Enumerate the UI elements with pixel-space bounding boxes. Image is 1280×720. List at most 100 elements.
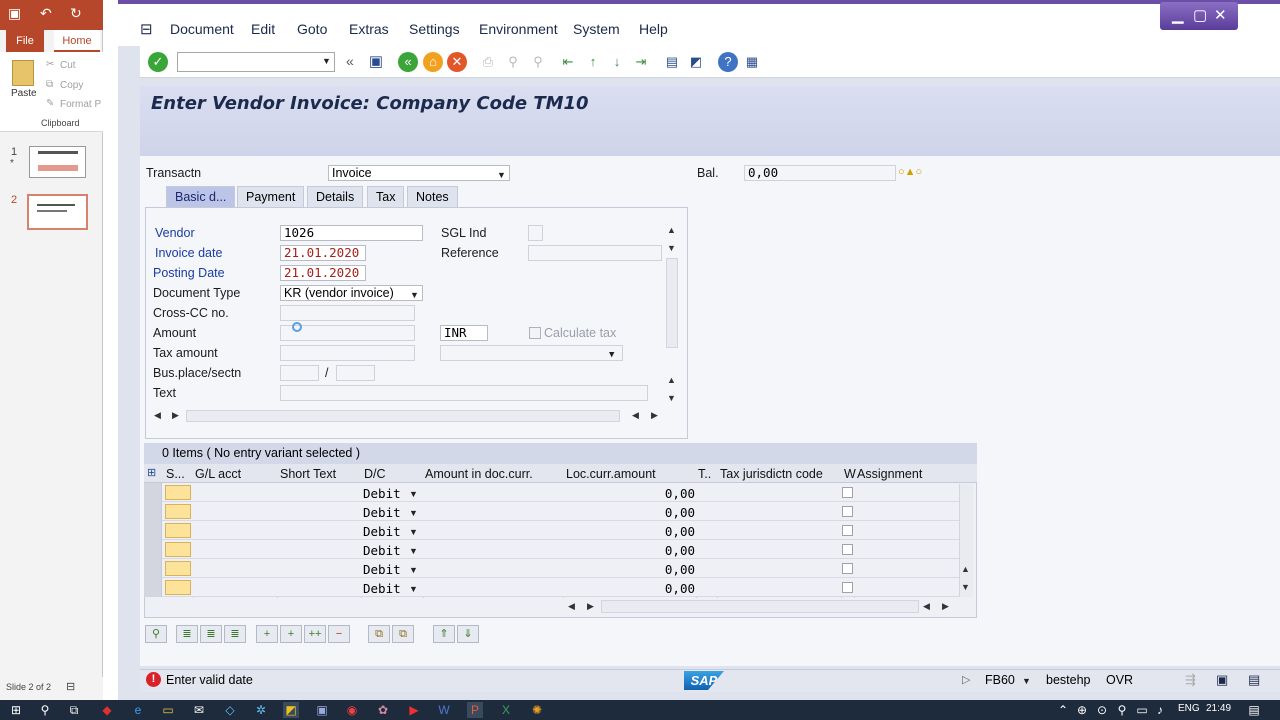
chevron-down-icon[interactable]: ▼ <box>409 489 418 499</box>
scroll-down-icon[interactable]: ▼ <box>667 243 676 253</box>
invoice-date-input[interactable]: 21.01.2020 <box>280 245 366 261</box>
column-header-gl-account[interactable]: G/L acct <box>195 467 241 481</box>
layout-menu-icon[interactable]: ▦ <box>742 52 762 72</box>
row-debit-credit[interactable]: Debit <box>363 505 401 520</box>
chevron-down-icon[interactable]: ▼ <box>410 288 419 302</box>
network-app-icon[interactable]: ✲ <box>253 702 269 718</box>
row-selector[interactable] <box>144 578 162 597</box>
tray-icon[interactable]: ⊕ <box>1074 702 1090 718</box>
back-icon[interactable]: « <box>398 52 418 72</box>
edge-browser-icon[interactable]: e <box>130 702 146 718</box>
tab-payment[interactable]: Payment <box>237 186 305 208</box>
row-withholding-checkbox[interactable] <box>842 582 853 593</box>
paste-row-icon[interactable]: ⧉ <box>392 625 414 643</box>
status-arrow-icon[interactable]: ▷ <box>962 673 970 686</box>
redo-icon[interactable]: ↻ <box>70 5 82 22</box>
print-icon[interactable]: ⎙ <box>478 52 498 72</box>
column-header-status[interactable]: S... <box>166 467 185 481</box>
table-row[interactable] <box>144 502 959 521</box>
tab-tax[interactable]: Tax <box>367 186 405 208</box>
tax-amount-input[interactable] <box>280 345 415 361</box>
column-header-amount-doc[interactable]: Amount in doc.curr. <box>425 467 533 481</box>
scroll-right-icon[interactable]: ▶ <box>587 601 594 612</box>
document-type-dropdown[interactable]: KR (vendor invoice) ▼ <box>280 285 423 301</box>
row-selector[interactable] <box>144 540 162 559</box>
row-debit-credit[interactable]: Debit <box>363 562 401 577</box>
chevron-down-icon[interactable]: ▼ <box>409 527 418 537</box>
chevron-down-icon[interactable]: ▼ <box>409 565 418 575</box>
scroll-down-icon[interactable]: ▼ <box>667 393 676 403</box>
windows-start-icon[interactable]: ⊞ <box>8 702 24 718</box>
tab-basic-data[interactable]: Basic d... <box>166 186 236 208</box>
app-icon[interactable]: ◇ <box>222 702 238 718</box>
next-page-icon[interactable]: ↓ <box>607 52 627 72</box>
format-painter-label[interactable]: Format P <box>60 99 102 110</box>
sap-logon-icon[interactable]: ◩ <box>283 702 299 718</box>
chevron-down-icon[interactable]: ▼ <box>1022 676 1031 686</box>
move-up-icon[interactable]: ⇑ <box>433 625 455 643</box>
maximize-icon[interactable]: ▢ <box>1193 6 1207 24</box>
copy-row-icon[interactable]: ⧉ <box>368 625 390 643</box>
chevron-down-icon[interactable]: ▼ <box>322 56 331 66</box>
cut-icon[interactable]: ✂ <box>46 59 54 70</box>
chevron-down-icon[interactable]: ▼ <box>409 546 418 556</box>
cancel-icon[interactable]: ✕ <box>447 52 467 72</box>
tax-code-dropdown[interactable]: ▼ <box>440 345 623 361</box>
move-down-icon[interactable]: ⇓ <box>457 625 479 643</box>
table-row[interactable] <box>144 540 959 559</box>
chevron-down-icon[interactable]: ▼ <box>409 508 418 518</box>
format-painter-icon[interactable]: ✎ <box>46 98 54 109</box>
column-header-debit-credit[interactable]: D/C <box>364 467 386 481</box>
status-message[interactable]: Enter valid date <box>166 673 253 687</box>
tray-icon[interactable]: ⊙ <box>1094 702 1110 718</box>
currency-input[interactable]: INR <box>440 325 488 341</box>
scroll-up-icon[interactable]: ▲ <box>667 375 676 385</box>
mail-icon[interactable]: ✉ <box>191 702 207 718</box>
scroll-up-icon[interactable]: ▲ <box>667 225 676 235</box>
scroll-left-icon[interactable]: ◀ <box>568 601 575 612</box>
table-row[interactable] <box>144 559 959 578</box>
section-input[interactable] <box>336 365 375 381</box>
add-rows-icon[interactable]: ++ <box>304 625 326 643</box>
new-session-icon[interactable]: ▤ <box>662 52 682 72</box>
find-icon[interactable]: ⚲ <box>503 52 523 72</box>
enter-check-icon[interactable]: ✓ <box>148 52 168 72</box>
paste-icon[interactable] <box>12 60 34 86</box>
row-withholding-checkbox[interactable] <box>842 563 853 574</box>
row-status-cell[interactable] <box>165 504 191 519</box>
youtube-icon[interactable]: ▶ <box>406 702 422 718</box>
scroll-right-icon[interactable]: ▶ <box>651 410 658 421</box>
vertical-scrollbar[interactable] <box>666 258 678 348</box>
app-icon[interactable]: ✺ <box>529 702 545 718</box>
volume-icon[interactable]: ♪ <box>1152 702 1168 718</box>
row-status-cell[interactable] <box>165 523 191 538</box>
table-vertical-scrollbar[interactable] <box>959 484 973 597</box>
column-header-tax-code[interactable]: T.. <box>698 467 711 481</box>
previous-page-icon[interactable]: ↑ <box>583 52 603 72</box>
row-status-cell[interactable] <box>165 485 191 500</box>
undo-icon[interactable]: ↶ <box>40 5 52 22</box>
item-sort-desc-icon[interactable]: ≣ <box>200 625 222 643</box>
ribbon-tab-home[interactable]: Home <box>54 30 100 52</box>
item-sort-asc-icon[interactable]: ≣ <box>176 625 198 643</box>
word-icon[interactable]: W <box>436 702 452 718</box>
reference-input[interactable] <box>528 245 662 261</box>
scroll-left-icon[interactable]: ◀ <box>923 601 930 612</box>
first-page-icon[interactable]: ⇤ <box>558 52 578 72</box>
row-withholding-checkbox[interactable] <box>842 544 853 555</box>
chevron-down-icon[interactable]: ▼ <box>609 348 614 362</box>
row-status-cell[interactable] <box>165 580 191 595</box>
exit-icon[interactable]: ⌂ <box>423 52 443 72</box>
clock[interactable]: 21:49 <box>1206 703 1231 714</box>
menu-environment[interactable]: Environment <box>479 21 558 37</box>
row-selector[interactable] <box>144 483 162 502</box>
powerpoint-icon[interactable]: P <box>467 702 483 718</box>
menu-edit[interactable]: Edit <box>251 21 275 37</box>
ribbon-tab-file[interactable]: File <box>6 30 44 52</box>
item-filter-icon[interactable]: ≣ <box>224 625 246 643</box>
chevron-down-icon[interactable]: ▼ <box>497 168 506 182</box>
language-indicator[interactable]: ENG <box>1178 703 1200 714</box>
paste-label[interactable]: Paste <box>11 88 37 99</box>
chevron-down-icon[interactable]: ▼ <box>409 584 418 594</box>
sgl-indicator-input[interactable] <box>528 225 543 241</box>
